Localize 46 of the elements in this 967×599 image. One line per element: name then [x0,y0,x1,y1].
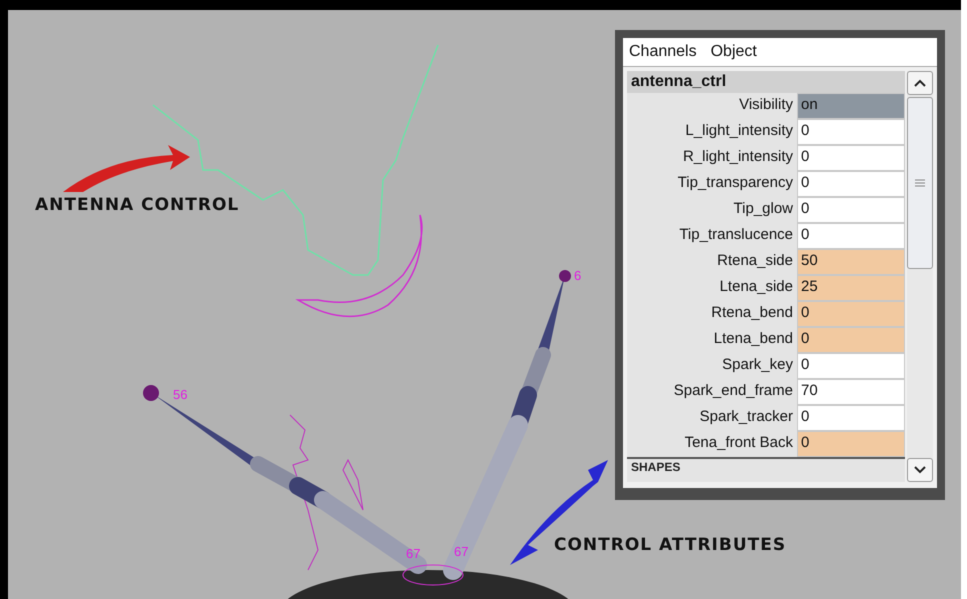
attribute-name[interactable]: Spark_tracker [627,405,797,431]
attribute-name[interactable]: Rtena_bend [627,301,797,327]
menu-item[interactable]: Channels [629,43,697,61]
attribute-value-field[interactable]: on [797,93,905,119]
viewport[interactable] [8,10,961,599]
joint-label: 6 [574,268,582,283]
attribute-value-field[interactable]: 0 [797,301,905,327]
attribute-name[interactable]: Tena_front Back [627,431,797,457]
joint-label: 67 [406,546,420,561]
section-header: SHAPES [627,457,905,475]
attribute-value-field[interactable]: 0 [797,119,905,145]
annotation-label: CONTROL ATTRIBUTES [554,535,786,555]
attribute-value-field[interactable]: 0 [797,197,905,223]
attribute-name[interactable]: Tip_translucence [627,223,797,249]
attribute-value-field[interactable]: 25 [797,275,905,301]
chevron-up-icon [914,79,926,87]
attribute-name[interactable]: Tip_glow [627,197,797,223]
scroll-down-button[interactable] [907,458,933,482]
attribute-name[interactable]: Rtena_side [627,249,797,275]
node-name: antenna_ctrl [627,71,905,93]
chevron-down-icon [914,466,926,474]
attribute-value-field[interactable]: 0 [797,171,905,197]
attribute-value-field[interactable]: 0 [797,405,905,431]
attribute-value-field[interactable]: 0 [797,353,905,379]
attribute-value-field[interactable]: 0 [797,431,905,457]
attribute-value-field[interactable]: 0 [797,145,905,171]
attribute-name[interactable]: Ltena_side [627,275,797,301]
annotation-label: ANTENNA CONTROL [35,195,240,215]
menu-item[interactable]: Object [710,43,757,61]
attribute-name[interactable]: L_light_intensity [627,119,797,145]
attribute-value-field[interactable]: 50 [797,249,905,275]
scrollbar[interactable] [907,71,933,482]
joint-label: 56 [173,387,188,402]
attribute-name[interactable]: Tip_transparency [627,171,797,197]
grip-icon [915,179,925,187]
attribute-name[interactable]: Visibility [627,93,797,119]
joint-label: 67 [454,544,468,559]
attribute-value-field[interactable]: 70 [797,379,905,405]
attribute-name[interactable]: Ltena_bend [627,327,797,353]
scroll-thumb[interactable] [907,97,933,269]
attribute-name[interactable]: Spark_end_frame [627,379,797,405]
attribute-value-field[interactable]: 0 [797,223,905,249]
scroll-up-button[interactable] [907,71,933,95]
attribute-name[interactable]: R_light_intensity [627,145,797,171]
attribute-value-field[interactable]: 0 [797,327,905,353]
attribute-name[interactable]: Spark_key [627,353,797,379]
